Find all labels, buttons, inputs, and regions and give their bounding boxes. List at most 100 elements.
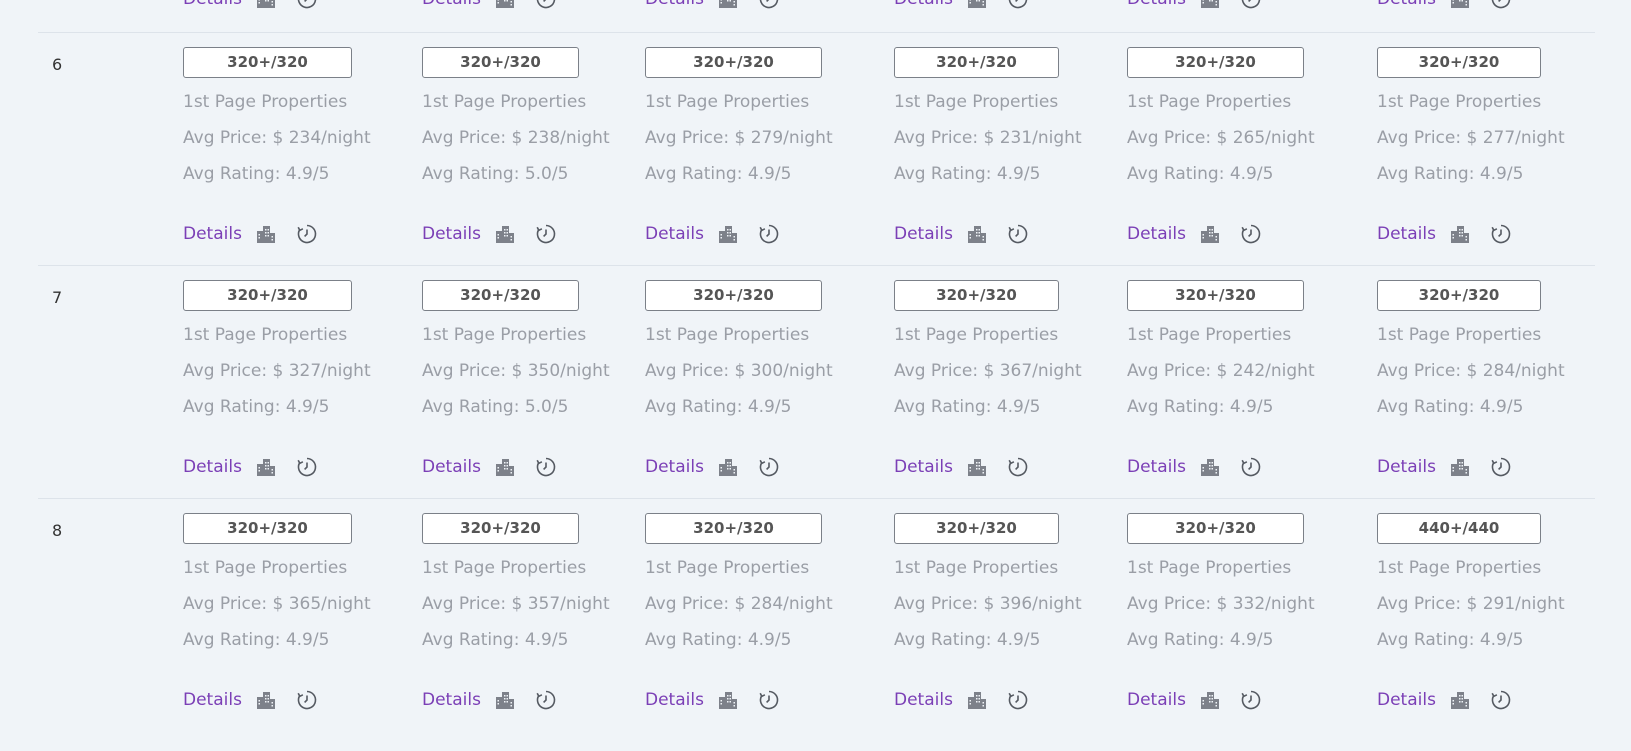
history-icon[interactable] bbox=[1007, 223, 1031, 247]
details-link[interactable]: Details bbox=[1377, 0, 1436, 9]
buildings-icon[interactable] bbox=[1199, 223, 1223, 247]
property-count-badge: 320+/320 bbox=[1127, 47, 1304, 78]
history-icon[interactable] bbox=[1490, 0, 1514, 12]
cell-actions: Details bbox=[1377, 687, 1597, 717]
details-link[interactable]: Details bbox=[1127, 224, 1186, 244]
history-icon[interactable] bbox=[1240, 223, 1264, 247]
buildings-icon[interactable] bbox=[1199, 456, 1223, 480]
avg-rating: Avg Rating: 4.9/5 bbox=[1127, 164, 1274, 184]
avg-rating: Avg Rating: 4.9/5 bbox=[894, 397, 1041, 417]
history-icon[interactable] bbox=[1240, 456, 1264, 480]
buildings-icon[interactable] bbox=[255, 456, 279, 480]
history-icon[interactable] bbox=[535, 689, 559, 713]
buildings-icon[interactable] bbox=[494, 223, 518, 247]
avg-rating: Avg Rating: 4.9/5 bbox=[183, 397, 330, 417]
history-icon[interactable] bbox=[296, 456, 320, 480]
buildings-icon[interactable] bbox=[494, 0, 518, 12]
buildings-icon[interactable] bbox=[1449, 689, 1473, 713]
details-link[interactable]: Details bbox=[183, 0, 242, 9]
buildings-icon[interactable] bbox=[255, 689, 279, 713]
buildings-icon[interactable] bbox=[717, 456, 741, 480]
details-link[interactable]: Details bbox=[1127, 0, 1186, 9]
buildings-icon[interactable] bbox=[717, 689, 741, 713]
details-link[interactable]: Details bbox=[894, 690, 953, 710]
details-link[interactable]: Details bbox=[183, 224, 242, 244]
avg-price: Avg Price: $ 234/night bbox=[183, 128, 371, 148]
market-cell: 440+/440 1st Page Properties Avg Price: $ … bbox=[1377, 499, 1607, 731]
buildings-icon[interactable] bbox=[1199, 0, 1223, 12]
history-icon[interactable] bbox=[535, 0, 559, 12]
avg-price: Avg Price: $ 332/night bbox=[1127, 594, 1315, 614]
rank-number: 7 bbox=[52, 288, 63, 307]
details-link[interactable]: Details bbox=[422, 457, 481, 477]
buildings-icon[interactable] bbox=[1199, 689, 1223, 713]
buildings-icon[interactable] bbox=[255, 223, 279, 247]
history-icon[interactable] bbox=[1240, 689, 1264, 713]
buildings-icon[interactable] bbox=[717, 223, 741, 247]
details-link[interactable]: Details bbox=[1127, 690, 1186, 710]
buildings-icon[interactable] bbox=[255, 0, 279, 12]
details-link[interactable]: Details bbox=[645, 0, 704, 9]
avg-price: Avg Price: $ 284/night bbox=[645, 594, 833, 614]
rank-row: 7 320+/320 1st Page Properties Avg Price: $… bbox=[0, 266, 1631, 499]
details-link[interactable]: Details bbox=[645, 224, 704, 244]
history-icon[interactable] bbox=[296, 223, 320, 247]
buildings-icon[interactable] bbox=[1449, 0, 1473, 12]
details-link[interactable]: Details bbox=[645, 690, 704, 710]
history-icon[interactable] bbox=[758, 689, 782, 713]
details-link[interactable]: Details bbox=[183, 690, 242, 710]
history-icon[interactable] bbox=[758, 456, 782, 480]
first-page-properties-label: 1st Page Properties bbox=[1377, 325, 1542, 345]
history-icon[interactable] bbox=[296, 689, 320, 713]
buildings-icon[interactable] bbox=[1449, 456, 1473, 480]
details-link[interactable]: Details bbox=[1377, 224, 1436, 244]
buildings-icon[interactable] bbox=[1449, 223, 1473, 247]
avg-rating: Avg Rating: 4.9/5 bbox=[183, 630, 330, 650]
history-icon[interactable] bbox=[1240, 0, 1264, 12]
history-icon[interactable] bbox=[535, 456, 559, 480]
details-link[interactable]: Details bbox=[1377, 457, 1436, 477]
avg-price: Avg Price: $ 350/night bbox=[422, 361, 610, 381]
details-link[interactable]: Details bbox=[1127, 457, 1186, 477]
details-link[interactable]: Details bbox=[422, 224, 481, 244]
buildings-icon[interactable] bbox=[966, 223, 990, 247]
avg-price: Avg Price: $ 367/night bbox=[894, 361, 1082, 381]
history-icon[interactable] bbox=[1007, 456, 1031, 480]
property-count-badge: 320+/320 bbox=[422, 280, 579, 311]
first-page-properties-label: 1st Page Properties bbox=[183, 325, 348, 345]
history-icon[interactable] bbox=[1007, 689, 1031, 713]
avg-price: Avg Price: $ 357/night bbox=[422, 594, 610, 614]
history-icon[interactable] bbox=[296, 0, 320, 12]
cell-actions: Details bbox=[1127, 221, 1347, 251]
buildings-icon[interactable] bbox=[494, 456, 518, 480]
market-cell: 320+/320 1st Page Properties Avg Price: $ … bbox=[422, 499, 652, 731]
buildings-icon[interactable] bbox=[966, 0, 990, 12]
history-icon[interactable] bbox=[1007, 0, 1031, 12]
history-icon[interactable] bbox=[1490, 223, 1514, 247]
market-cell: 320+/320 1st Page Properties Avg Price: $ … bbox=[183, 499, 413, 731]
first-page-properties-label: 1st Page Properties bbox=[1127, 92, 1292, 112]
property-count-badge: 320+/320 bbox=[183, 513, 352, 544]
history-icon[interactable] bbox=[758, 223, 782, 247]
details-link[interactable]: Details bbox=[422, 0, 481, 9]
buildings-icon[interactable] bbox=[717, 0, 741, 12]
history-icon[interactable] bbox=[535, 223, 559, 247]
details-link[interactable]: Details bbox=[1377, 690, 1436, 710]
history-icon[interactable] bbox=[1490, 689, 1514, 713]
details-link[interactable]: Details bbox=[894, 224, 953, 244]
details-link[interactable]: Details bbox=[894, 0, 953, 9]
market-cell: 320+/320 1st Page Properties Avg Price: $ … bbox=[422, 266, 652, 498]
buildings-icon[interactable] bbox=[966, 689, 990, 713]
details-link[interactable]: Details bbox=[894, 457, 953, 477]
details-link[interactable]: Details bbox=[422, 690, 481, 710]
avg-price: Avg Price: $ 277/night bbox=[1377, 128, 1565, 148]
history-icon[interactable] bbox=[1490, 456, 1514, 480]
property-count-badge: 320+/320 bbox=[1377, 280, 1541, 311]
rank-row: 6 320+/320 1st Page Properties Avg Price: $… bbox=[0, 33, 1631, 266]
buildings-icon[interactable] bbox=[966, 456, 990, 480]
buildings-icon[interactable] bbox=[494, 689, 518, 713]
cell-actions: Details bbox=[183, 0, 403, 14]
details-link[interactable]: Details bbox=[183, 457, 242, 477]
details-link[interactable]: Details bbox=[645, 457, 704, 477]
history-icon[interactable] bbox=[758, 0, 782, 12]
